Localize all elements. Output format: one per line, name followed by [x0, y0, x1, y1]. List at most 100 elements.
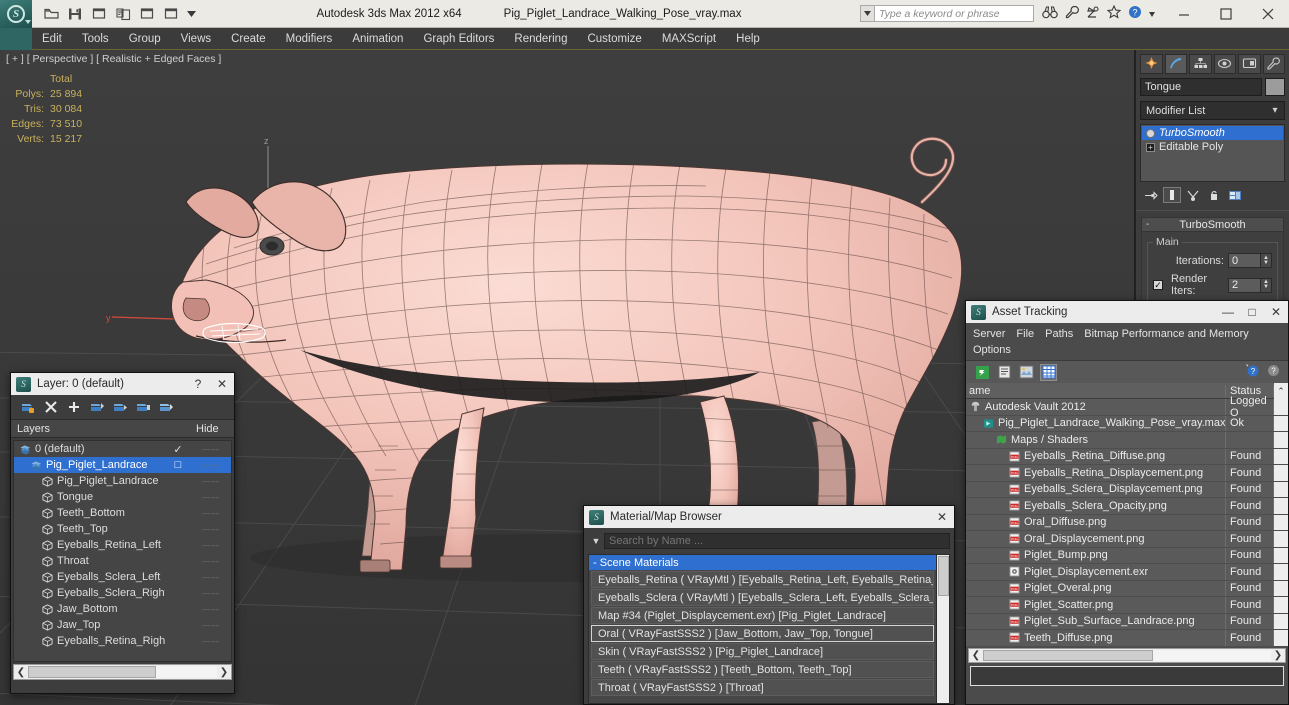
asset-close-button[interactable]: ✕ — [1264, 301, 1288, 323]
layer-row[interactable]: Teeth_Top —— — [14, 521, 231, 537]
thumbnail-view-icon[interactable] — [1018, 364, 1035, 381]
menu-item-views[interactable]: Views — [171, 28, 221, 50]
layer-row-name-cell[interactable]: Teeth_Bottom — [14, 507, 165, 519]
render-iters-input[interactable] — [1228, 277, 1261, 293]
search-input[interactable]: Type a keyword or phrase — [874, 5, 1034, 22]
material-list-item[interactable]: Eyeballs_Sclera ( VRayMtl ) [Eyeballs_Sc… — [591, 589, 934, 606]
menu-item-tools[interactable]: Tools — [72, 28, 119, 50]
layer-row-name-cell[interactable]: Eyeballs_Retina_Right — [14, 635, 165, 647]
help-caret-icon[interactable] — [1149, 8, 1155, 20]
scroll-right-icon[interactable]: ❯ — [217, 667, 231, 678]
menu-item-animation[interactable]: Animation — [342, 28, 413, 50]
asset-row[interactable]: Maps / Shaders — [966, 432, 1288, 449]
asset-menu-paths[interactable]: Paths — [1045, 328, 1073, 340]
material-list[interactable]: - Scene Materials Eyeballs_Retina ( VRay… — [589, 555, 936, 703]
asset-menu-options[interactable]: Options — [973, 344, 1011, 356]
asset-row[interactable]: PNG Piglet_Scatter.png Found — [966, 597, 1288, 614]
layer-row-hide-cell[interactable]: —— — [191, 461, 231, 470]
save-icon[interactable] — [64, 4, 86, 24]
render-iters-checkbox[interactable]: ✓ — [1153, 280, 1163, 290]
asset-row-name-cell[interactable]: PNG Piglet_Overal.png — [966, 580, 1226, 596]
asset-row-name-cell[interactable]: PNG Eyeballs_Retina_Displaycement.png — [966, 465, 1226, 481]
layer-close-button[interactable]: ✕ — [210, 373, 234, 395]
menu-item-edit[interactable]: Edit — [32, 28, 72, 50]
layer-row-hide-cell[interactable]: —— — [191, 621, 231, 630]
show-end-result-icon[interactable] — [1163, 187, 1181, 203]
layer-row-toggle[interactable]: □ — [165, 459, 191, 471]
layer-row[interactable]: Eyeballs_Sclera_Left —— — [14, 569, 231, 585]
asset-row[interactable]: PNG Piglet_Overal.png Found — [966, 580, 1288, 597]
asset-row-container[interactable]: Autodesk Vault 2012 Logged O Pig_Piglet_La… — [966, 395, 1288, 647]
create-tab-icon[interactable] — [1140, 53, 1163, 74]
help-icon[interactable]: ? — [1128, 5, 1142, 22]
layer-row-name-cell[interactable]: Eyeballs_Sclera_Right — [14, 587, 165, 599]
iterations-spinner-arrows[interactable]: ▲ ▼ — [1261, 253, 1272, 268]
asset-row-name-cell[interactable]: Pig_Piglet_Landrace_Walking_Pose_vray.ma… — [966, 415, 1226, 431]
layer-row-hide-cell[interactable]: —— — [191, 509, 231, 518]
layer-row-name-cell[interactable]: Eyeballs_Sclera_Left — [14, 571, 165, 583]
layer-row[interactable]: Eyeballs_Retina_Right —— — [14, 633, 231, 649]
menu-item-modifiers[interactable]: Modifiers — [276, 28, 343, 50]
layer-row[interactable]: Eyeballs_Retina_Left —— — [14, 537, 231, 553]
asset-row[interactable]: PNG Piglet_Sub_Surface_Landrace.png Found — [966, 613, 1288, 630]
asset-row-name-cell[interactable]: Maps / Shaders — [966, 432, 1226, 448]
redo-icon[interactable] — [112, 4, 134, 24]
collapse-icon[interactable]: - — [1146, 219, 1149, 230]
grid-view-icon[interactable] — [1040, 363, 1057, 381]
asset-row-name-cell[interactable]: PNG Piglet_Scatter.png — [966, 597, 1226, 613]
remove-modifier-icon[interactable] — [1205, 187, 1223, 203]
object-color-swatch[interactable] — [1265, 78, 1285, 96]
asset-row[interactable]: Pig_Piglet_Landrace_Walking_Pose_vray.ma… — [966, 415, 1288, 432]
material-list-item[interactable]: Map #34 (Piglet_Displaycement.exr) [Pig_… — [591, 607, 934, 624]
asset-row[interactable]: PNG Teeth_Diffuse.png Found — [966, 630, 1288, 647]
layer-row[interactable]: Teeth_Bottom —— — [14, 505, 231, 521]
binoculars-icon[interactable] — [1042, 5, 1058, 22]
display-tab-icon[interactable] — [1238, 53, 1261, 74]
layer-dialog[interactable]: S Layer: 0 (default) ? ✕ Layers Hide 0 (… — [10, 372, 235, 694]
layer-row[interactable]: Throat —— — [14, 553, 231, 569]
layer-row-hide-cell[interactable]: —— — [191, 445, 231, 454]
asset-row[interactable]: PNG Oral_Diffuse.png Found — [966, 514, 1288, 531]
asset-name-column-header[interactable]: ame — [966, 384, 1226, 397]
layer-row[interactable]: Tongue —— — [14, 489, 231, 505]
open-icon[interactable] — [40, 4, 62, 24]
layer-row-name-cell[interactable]: Jaw_Bottom — [14, 603, 165, 615]
layer-row-name-cell[interactable]: Tongue — [14, 491, 165, 503]
layer-row-hide-cell[interactable]: —— — [191, 493, 231, 502]
asset-row[interactable]: PNG Oral_Displaycement.png Found — [966, 531, 1288, 548]
layer-row-toggle[interactable]: ✓ — [165, 443, 191, 456]
select-objects-icon[interactable] — [89, 399, 105, 415]
layer-row-name-cell[interactable]: Teeth_Top — [14, 523, 165, 535]
modify-tab-icon[interactable] — [1164, 53, 1187, 74]
qat-dropdown-icon[interactable] — [184, 4, 198, 24]
scroll-thumb[interactable] — [28, 666, 156, 678]
asset-grid[interactable]: ame Status ⌃ Autodesk Vault 2012 Logged O… — [966, 382, 1288, 647]
layer-row-name-cell[interactable]: 0 (default) — [14, 443, 165, 455]
scroll-track[interactable] — [156, 666, 217, 678]
modifier-stack[interactable]: TurboSmooth + Editable Poly — [1140, 124, 1285, 182]
menu-item-graph-editors[interactable]: Graph Editors — [413, 28, 504, 50]
menu-item-group[interactable]: Group — [119, 28, 171, 50]
asset-minimize-button[interactable]: — — [1216, 301, 1240, 323]
render-iters-stepper[interactable]: ▲▼ — [1228, 277, 1272, 293]
modifier-list-dropdown[interactable]: Modifier List ▾ — [1140, 101, 1285, 120]
search-dropdown-icon[interactable]: ▼ — [588, 533, 604, 549]
layer-help-button[interactable]: ? — [186, 373, 210, 395]
wrench-icon[interactable] — [1065, 5, 1079, 22]
layer-row-hide-cell[interactable]: —— — [191, 477, 231, 486]
layer-row[interactable]: Eyeballs_Sclera_Right —— — [14, 585, 231, 601]
layer-row-hide-cell[interactable]: —— — [191, 637, 231, 646]
stack-item-turbosmooth[interactable]: TurboSmooth — [1142, 126, 1283, 140]
asset-row-name-cell[interactable]: PNG Eyeballs_Sclera_Opacity.png — [966, 498, 1226, 514]
motion-tab-icon[interactable] — [1213, 53, 1236, 74]
menu-item-customize[interactable]: Customize — [577, 28, 651, 50]
lightbulb-icon[interactable] — [1146, 128, 1155, 138]
close-button[interactable] — [1247, 0, 1289, 28]
material-search-input[interactable] — [604, 532, 950, 549]
list-view-icon[interactable] — [996, 364, 1013, 381]
layer-row-name-cell[interactable]: Jaw_Top — [14, 619, 165, 631]
layer-row-name-cell[interactable]: Throat — [14, 555, 165, 567]
material-list-item[interactable]: Oral ( VRayFastSSS2 ) [Jaw_Bottom, Jaw_T… — [591, 625, 934, 642]
add-layer-icon[interactable] — [66, 399, 82, 415]
search-dropdown-icon[interactable] — [860, 5, 874, 22]
